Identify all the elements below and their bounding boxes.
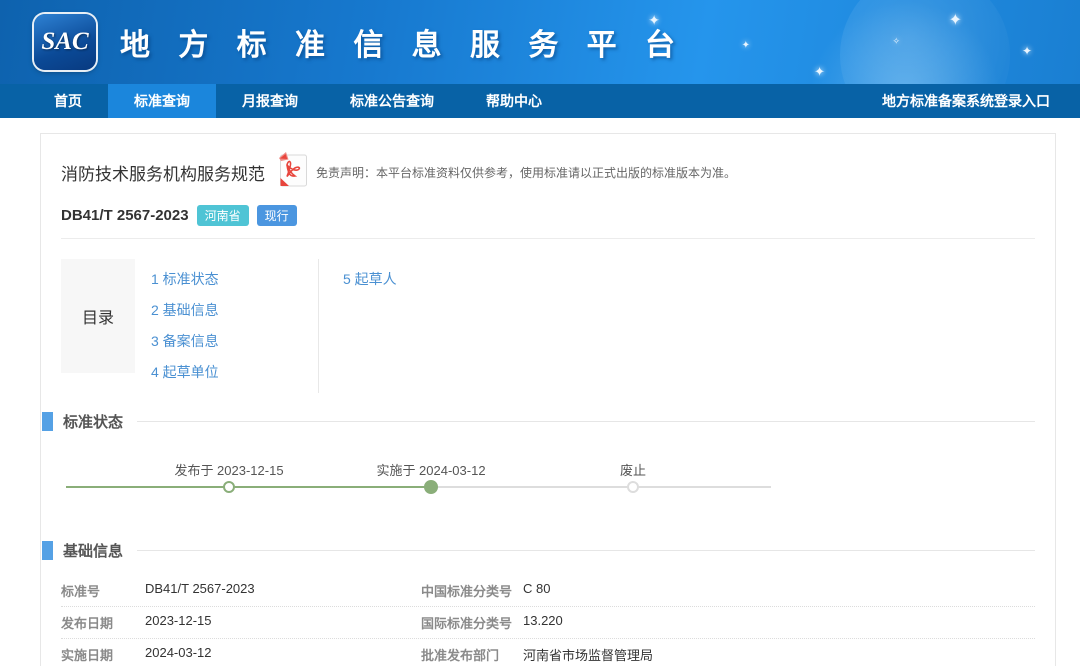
info-value: 2024-03-12 [145,645,421,664]
info-label: 实施日期 [61,645,145,664]
info-label: 发布日期 [61,613,145,632]
toc-link-drafting-org[interactable]: 4 起草单位 [151,362,318,382]
sparkle-decoration: ✧ [892,36,900,47]
number-row: DB41/T 2567-2023 河南省 现行 [61,205,1035,226]
toc-column-2: 5 起草人 [318,259,1035,393]
sparkle-decoration: ✦ [949,10,962,30]
sparkle-decoration: ✦ [814,64,825,80]
disclaimer-text: 免责声明：本平台标准资料仅供参考，使用标准请以正式出版的标准版本为准。 [316,164,736,181]
table-row: 标准号 DB41/T 2567-2023 中国标准分类号 C 80 [61,575,1035,607]
standard-title: 消防技术服务机构服务规范 [61,160,265,185]
toc-link-standard-status[interactable]: 1 标准状态 [151,269,318,289]
nav-item-monthly-report[interactable]: 月报查询 [216,84,324,118]
timeline-line-done [66,486,431,488]
nav-item-home[interactable]: 首页 [28,84,108,118]
toc-label: 目录 [61,259,135,373]
nav-item-announcement-search[interactable]: 标准公告查询 [324,84,460,118]
section-rule-line [137,550,1035,551]
nav-item-help-center[interactable]: 帮助中心 [460,84,568,118]
sparkle-decoration: ✦ [742,40,750,51]
timeline-label-published: 发布于 2023-12-15 [174,460,283,479]
section-marker [42,412,53,431]
timeline-dot-abolished [627,481,639,493]
info-value: DB41/T 2567-2023 [145,581,421,600]
horizontal-divider [61,238,1035,239]
section-title-status: 标准状态 [63,411,123,432]
table-of-contents: 目录 1 标准状态 2 基础信息 3 备案信息 4 起草单位 5 起草人 [61,259,1035,393]
table-row: 发布日期 2023-12-15 国际标准分类号 13.220 [61,607,1035,639]
filing-system-login-link[interactable]: 地方标准备案系统登录入口 [882,84,1050,118]
timeline-label-implemented: 实施于 2024-03-12 [376,460,485,479]
nav-item-standard-search[interactable]: 标准查询 [108,84,216,118]
toc-link-filing-info[interactable]: 3 备案信息 [151,331,318,351]
site-header: ✦ ✦ ✦ ✦ ✦ ✧ SAC 地 方 标 准 信 息 服 务 平 台 [0,0,1080,84]
section-header-status: 标准状态 [42,411,1035,432]
status-timeline: 发布于 2023-12-15 实施于 2024-03-12 废止 [61,444,1035,510]
section-header-basic-info: 基础信息 [42,540,1035,561]
section-rule-line [137,421,1035,422]
info-label: 标准号 [61,581,145,600]
sac-logo[interactable]: SAC [34,14,96,70]
pdf-file-icon[interactable] [279,152,308,192]
standard-detail-card: 消防技术服务机构服务规范 免责声明：本平台标准资料仅供参考，使用标准请以正式出版… [40,133,1056,666]
timeline-line-future [431,486,771,488]
globe-decoration [840,0,1010,84]
sparkle-decoration: ✦ [1022,44,1032,58]
section-marker [42,541,53,560]
toc-column-1: 1 标准状态 2 基础信息 3 备案信息 4 起草单位 [151,259,318,393]
info-label: 批准发布部门 [421,645,523,664]
toc-link-drafters[interactable]: 5 起草人 [343,269,1035,289]
province-badge: 河南省 [197,205,249,226]
info-label: 国际标准分类号 [421,613,523,632]
toc-link-basic-info[interactable]: 2 基础信息 [151,300,318,320]
main-nav: 首页 标准查询 月报查询 标准公告查询 帮助中心 地方标准备案系统登录入口 [0,84,1080,118]
current-status-badge: 现行 [257,205,297,226]
table-row: 实施日期 2024-03-12 批准发布部门 河南省市场监督管理局 [61,639,1035,666]
sac-logo-text: SAC [41,28,88,56]
section-title-basic-info: 基础信息 [63,540,123,561]
info-label: 中国标准分类号 [421,581,523,600]
basic-info-table: 标准号 DB41/T 2567-2023 中国标准分类号 C 80 发布日期 2… [61,575,1035,666]
timeline-dot-published [223,481,235,493]
info-value: 2023-12-15 [145,613,421,632]
info-value: C 80 [523,581,1035,600]
sparkle-decoration: ✦ [648,12,660,29]
info-value: 河南省市场监督管理局 [523,645,1035,664]
site-title: 地 方 标 准 信 息 服 务 平 台 [120,20,685,64]
timeline-label-abolished: 废止 [620,460,646,479]
title-row: 消防技术服务机构服务规范 免责声明：本平台标准资料仅供参考，使用标准请以正式出版… [61,152,1035,192]
standard-number: DB41/T 2567-2023 [61,207,189,224]
timeline-dot-implemented [424,480,438,494]
info-value: 13.220 [523,613,1035,632]
